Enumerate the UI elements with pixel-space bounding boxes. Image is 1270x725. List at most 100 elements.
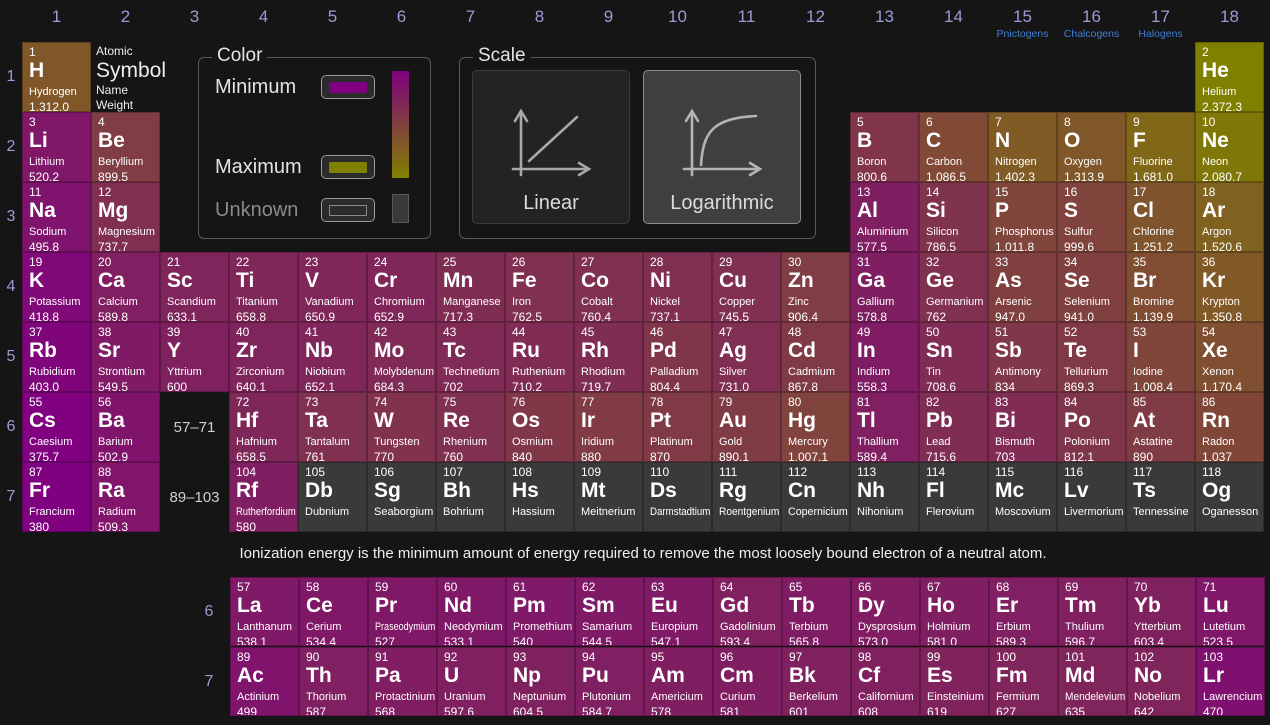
element-cell-po[interactable]: 84PoPolonium812.1 (1057, 392, 1126, 462)
element-cell-cr[interactable]: 24CrChromium652.9 (367, 252, 436, 322)
element-cell-f[interactable]: 9FFluorine1,681.0 (1126, 112, 1195, 182)
element-cell-yb[interactable]: 70YbYtterbium603.4 (1127, 577, 1196, 646)
element-cell-ti[interactable]: 22TiTitanium658.8 (229, 252, 298, 322)
element-cell-ra[interactable]: 88RaRadium509.3 (91, 462, 160, 532)
element-cell-rf[interactable]: 104RfRutherfordium580 (229, 462, 298, 532)
element-cell-pa[interactable]: 91PaProtactinium568 (368, 647, 437, 716)
element-cell-ce[interactable]: 58CeCerium534.4 (299, 577, 368, 646)
element-cell-n[interactable]: 7NNitrogen1,402.3 (988, 112, 1057, 182)
element-cell-rn[interactable]: 86RnRadon1,037 (1195, 392, 1264, 462)
element-cell-th[interactable]: 90ThThorium587 (299, 647, 368, 716)
element-cell-sb[interactable]: 51SbAntimony834 (988, 322, 1057, 392)
element-cell-fr[interactable]: 87FrFrancium380 (22, 462, 91, 532)
linear-scale-button[interactable]: Linear (472, 70, 630, 224)
element-cell-s[interactable]: 16SSulfur999.6 (1057, 182, 1126, 252)
element-cell-co[interactable]: 27CoCobalt760.4 (574, 252, 643, 322)
element-cell-pt[interactable]: 78PtPlatinum870 (643, 392, 712, 462)
element-cell-bh[interactable]: 107BhBohrium (436, 462, 505, 532)
element-cell-mn[interactable]: 25MnManganese717.3 (436, 252, 505, 322)
element-cell-au[interactable]: 79AuGold890.1 (712, 392, 781, 462)
element-cell-si[interactable]: 14SiSilicon786.5 (919, 182, 988, 252)
element-cell-ac[interactable]: 89AcActinium499 (230, 647, 299, 716)
element-cell-ne[interactable]: 10NeNeon2,080.7 (1195, 112, 1264, 182)
element-cell-ir[interactable]: 77IrIridium880 (574, 392, 643, 462)
element-cell-bk[interactable]: 97BkBerkelium601 (782, 647, 851, 716)
element-cell-rb[interactable]: 37RbRubidium403.0 (22, 322, 91, 392)
element-cell-na[interactable]: 11NaSodium495.8 (22, 182, 91, 252)
element-cell-ca[interactable]: 20CaCalcium589.8 (91, 252, 160, 322)
element-cell-eu[interactable]: 63EuEuropium547.1 (644, 577, 713, 646)
element-cell-ag[interactable]: 47AgSilver731.0 (712, 322, 781, 392)
element-cell-nh[interactable]: 113NhNihonium (850, 462, 919, 532)
element-cell-rh[interactable]: 45RhRhodium719.7 (574, 322, 643, 392)
element-cell-h[interactable]: 1HHydrogen1,312.0 (22, 42, 91, 112)
element-cell-fm[interactable]: 100FmFermium627 (989, 647, 1058, 716)
element-cell-ge[interactable]: 32GeGermanium762 (919, 252, 988, 322)
element-cell-ts[interactable]: 117TsTennessine (1126, 462, 1195, 532)
element-cell-i[interactable]: 53IIodine1,008.4 (1126, 322, 1195, 392)
element-cell-p[interactable]: 15PPhosphorus1,011.8 (988, 182, 1057, 252)
element-cell-xe[interactable]: 54XeXenon1,170.4 (1195, 322, 1264, 392)
unknown-color-button[interactable] (321, 198, 375, 222)
element-cell-db[interactable]: 105DbDubnium (298, 462, 367, 532)
element-cell-ho[interactable]: 67HoHolmium581.0 (920, 577, 989, 646)
element-cell-at[interactable]: 85AtAstatine890 (1126, 392, 1195, 462)
element-cell-cn[interactable]: 112CnCopernicium (781, 462, 850, 532)
element-cell-og[interactable]: 118OgOganesson (1195, 462, 1264, 532)
element-cell-mt[interactable]: 109MtMeitnerium (574, 462, 643, 532)
element-cell-k[interactable]: 19KPotassium418.8 (22, 252, 91, 322)
element-cell-fl[interactable]: 114FlFlerovium (919, 462, 988, 532)
element-cell-u[interactable]: 92UUranium597.6 (437, 647, 506, 716)
element-cell-am[interactable]: 95AmAmericium578 (644, 647, 713, 716)
element-cell-no[interactable]: 102NoNobelium642 (1127, 647, 1196, 716)
element-cell-ni[interactable]: 28NiNickel737.1 (643, 252, 712, 322)
element-cell-sm[interactable]: 62SmSamarium544.5 (575, 577, 644, 646)
element-cell-he[interactable]: 2HeHelium2,372.3 (1195, 42, 1264, 112)
element-cell-cu[interactable]: 29CuCopper745.5 (712, 252, 781, 322)
element-cell-v[interactable]: 23VVanadium650.9 (298, 252, 367, 322)
element-cell-be[interactable]: 4BeBeryllium899.5 (91, 112, 160, 182)
element-cell-w[interactable]: 74WTungsten770 (367, 392, 436, 462)
element-cell-zr[interactable]: 40ZrZirconium640.1 (229, 322, 298, 392)
element-cell-ba[interactable]: 56BaBarium502.9 (91, 392, 160, 462)
element-cell-pr[interactable]: 59PrPraseodymium527 (368, 577, 437, 646)
minimum-color-button[interactable] (321, 75, 375, 99)
element-cell-re[interactable]: 75ReRhenium760 (436, 392, 505, 462)
element-cell-cm[interactable]: 96CmCurium581 (713, 647, 782, 716)
element-cell-mc[interactable]: 115McMoscovium (988, 462, 1057, 532)
element-cell-mg[interactable]: 12MgMagnesium737.7 (91, 182, 160, 252)
element-cell-pb[interactable]: 82PbLead715.6 (919, 392, 988, 462)
element-cell-hf[interactable]: 72HfHafnium658.5 (229, 392, 298, 462)
element-cell-in[interactable]: 49InIndium558.3 (850, 322, 919, 392)
element-cell-ru[interactable]: 44RuRuthenium710.2 (505, 322, 574, 392)
element-cell-o[interactable]: 8OOxygen1,313.9 (1057, 112, 1126, 182)
element-cell-mo[interactable]: 42MoMolybdenum684.3 (367, 322, 436, 392)
element-cell-hg[interactable]: 80HgMercury1,007.1 (781, 392, 850, 462)
element-cell-nd[interactable]: 60NdNeodymium533.1 (437, 577, 506, 646)
element-cell-np[interactable]: 93NpNeptunium604.5 (506, 647, 575, 716)
element-cell-er[interactable]: 68ErErbium589.3 (989, 577, 1058, 646)
element-cell-es[interactable]: 99EsEinsteinium619 (920, 647, 989, 716)
element-cell-tb[interactable]: 65TbTerbium565.8 (782, 577, 851, 646)
element-cell-as[interactable]: 33AsArsenic947.0 (988, 252, 1057, 322)
element-cell-cd[interactable]: 48CdCadmium867.8 (781, 322, 850, 392)
element-cell-lv[interactable]: 116LvLivermorium (1057, 462, 1126, 532)
element-cell-tl[interactable]: 81TlThallium589.4 (850, 392, 919, 462)
element-cell-kr[interactable]: 36KrKrypton1,350.8 (1195, 252, 1264, 322)
element-cell-cf[interactable]: 98CfCalifornium608 (851, 647, 920, 716)
element-cell-ga[interactable]: 31GaGallium578.8 (850, 252, 919, 322)
element-cell-te[interactable]: 52TeTellurium869.3 (1057, 322, 1126, 392)
element-cell-sc[interactable]: 21ScScandium633.1 (160, 252, 229, 322)
element-cell-c[interactable]: 6CCarbon1,086.5 (919, 112, 988, 182)
element-cell-pm[interactable]: 61PmPromethium540 (506, 577, 575, 646)
element-cell-md[interactable]: 101MdMendelevium635 (1058, 647, 1127, 716)
element-cell-lu[interactable]: 71LuLutetium523.5 (1196, 577, 1265, 646)
maximum-color-button[interactable] (321, 155, 375, 179)
element-cell-tc[interactable]: 43TcTechnetium702 (436, 322, 505, 392)
element-cell-bi[interactable]: 83BiBismuth703 (988, 392, 1057, 462)
element-cell-gd[interactable]: 64GdGadolinium593.4 (713, 577, 782, 646)
element-cell-sg[interactable]: 106SgSeaborgium (367, 462, 436, 532)
element-cell-ds[interactable]: 110DsDarmstadtium (643, 462, 712, 532)
element-cell-b[interactable]: 5BBoron800.6 (850, 112, 919, 182)
element-cell-fe[interactable]: 26FeIron762.5 (505, 252, 574, 322)
